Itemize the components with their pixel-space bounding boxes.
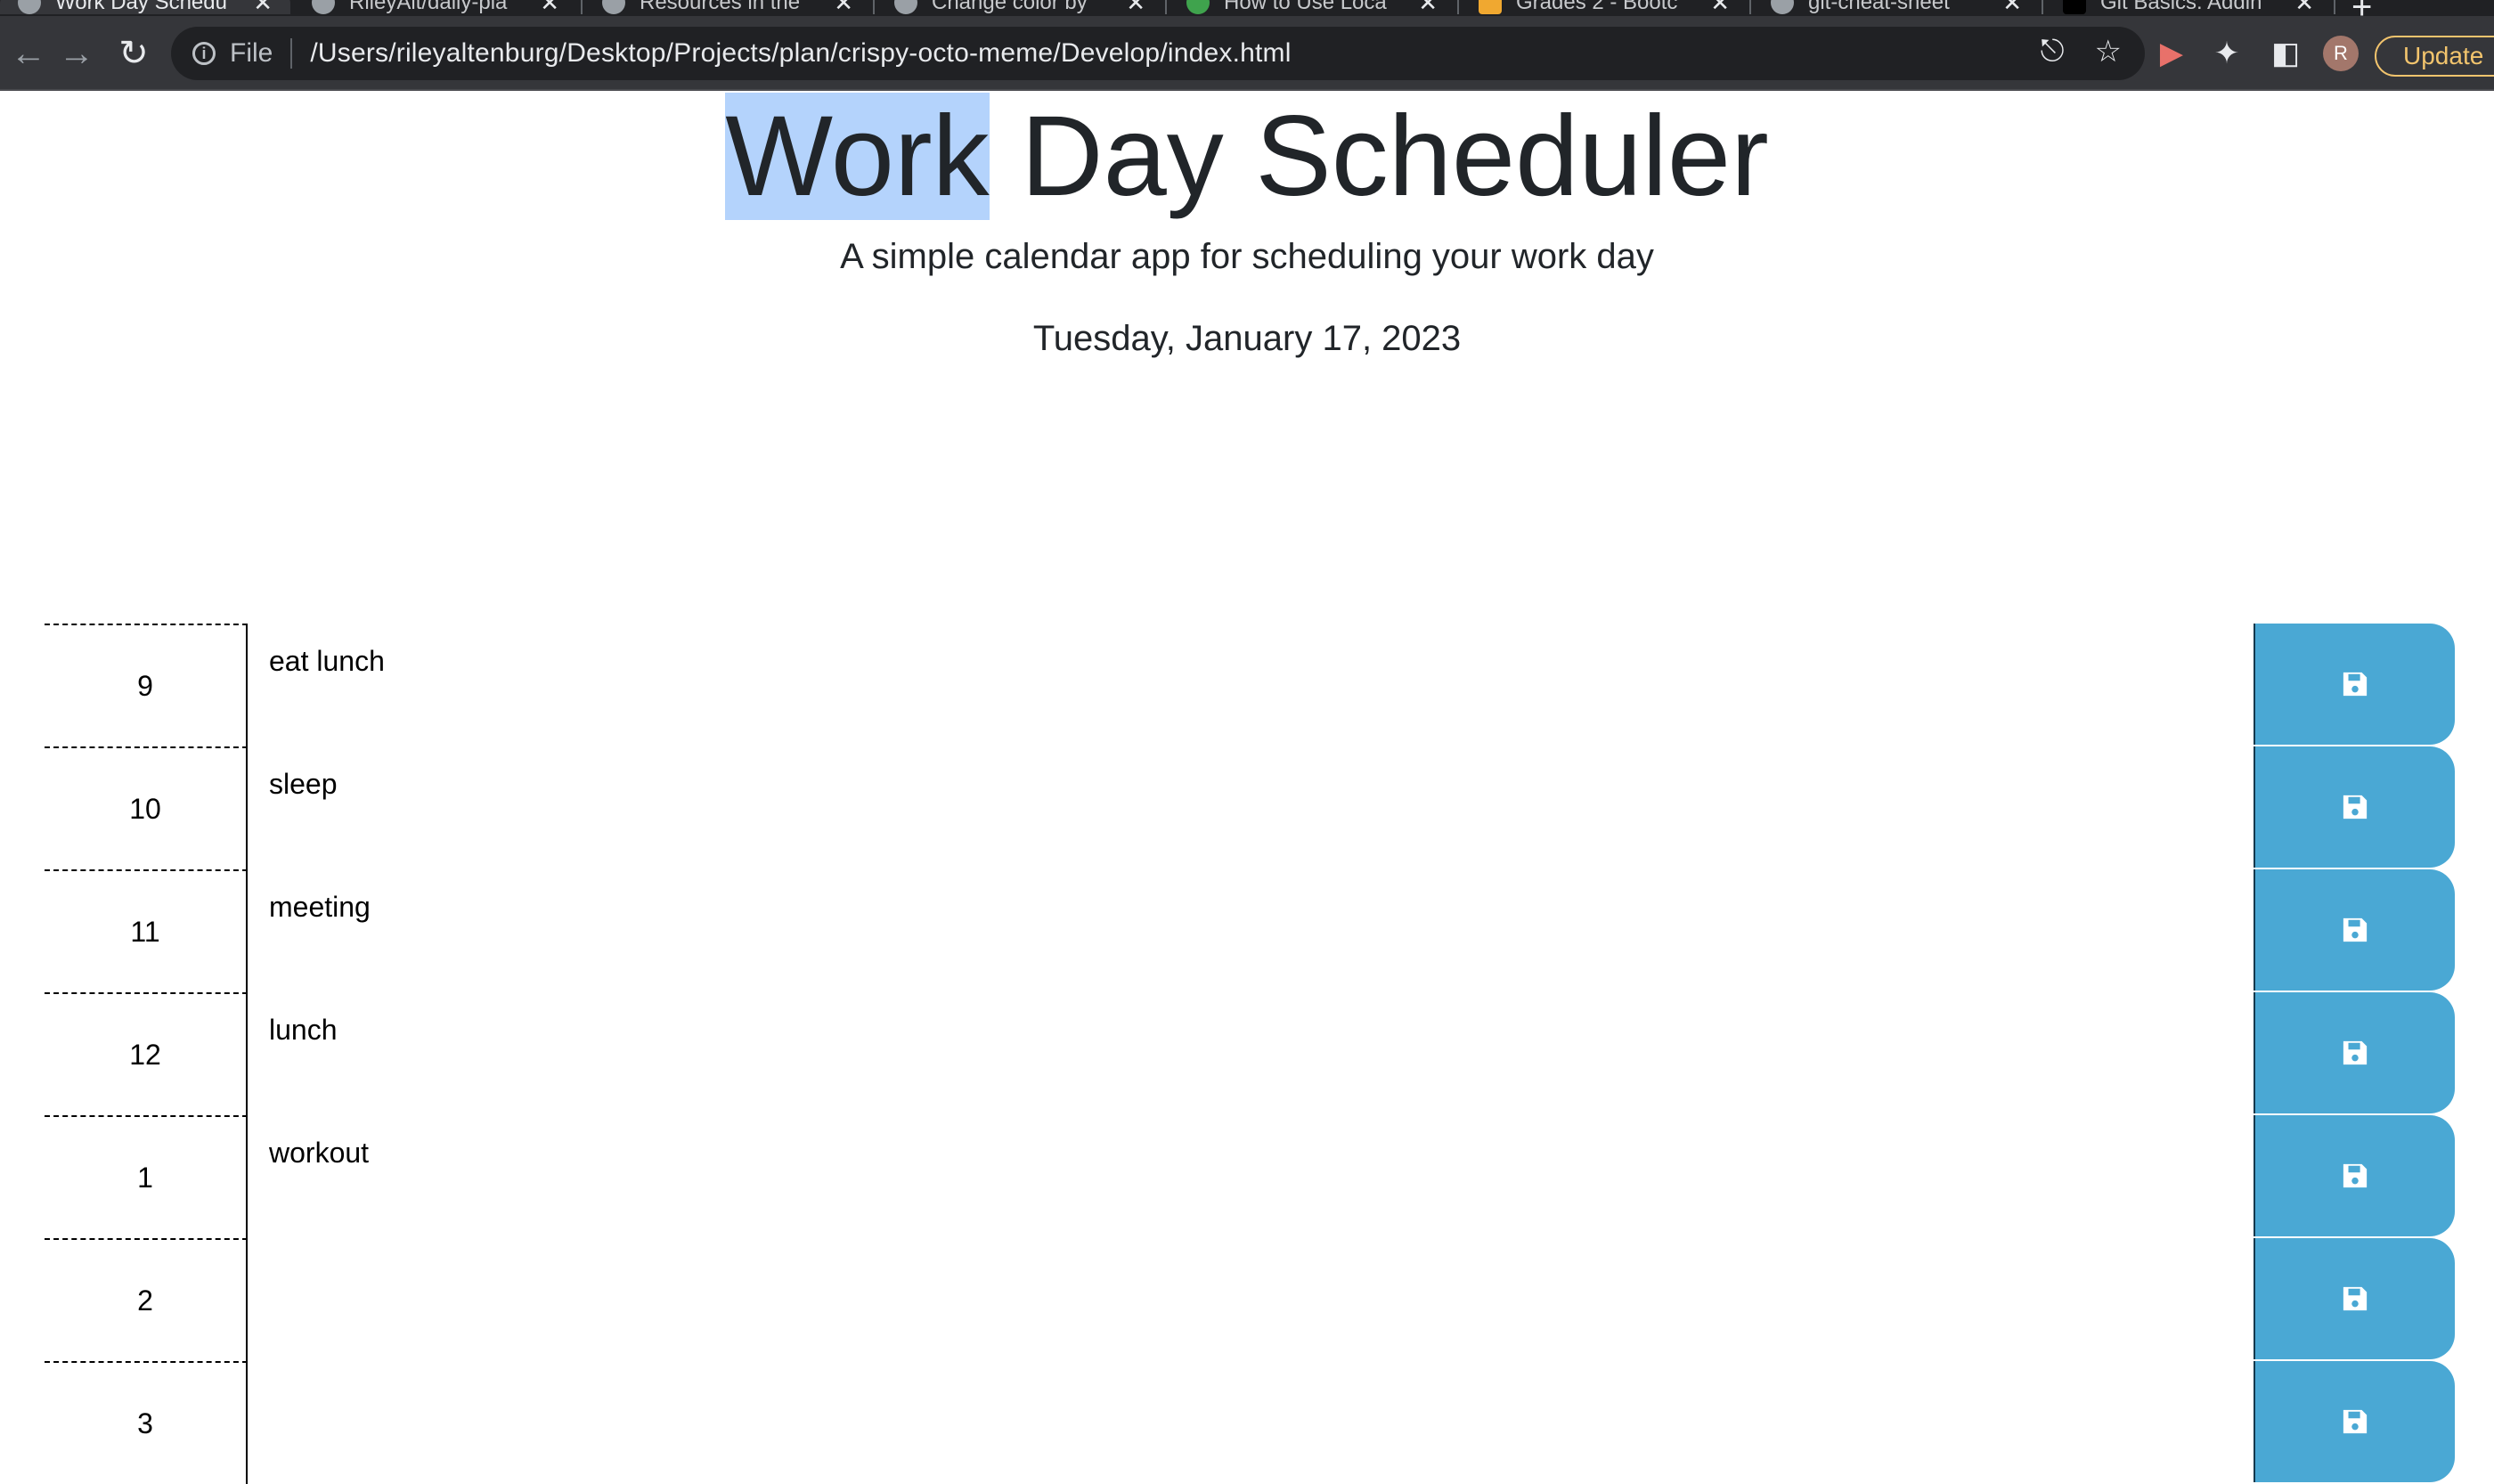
github-icon <box>1771 0 1794 14</box>
current-day: Tuesday, January 17, 2023 <box>1032 319 1462 358</box>
hour-label: 10 <box>45 746 248 869</box>
tab-divider <box>1165 0 1167 14</box>
save-icon <box>2343 917 2368 942</box>
tab-divider <box>2334 0 2335 14</box>
bootcamp-icon <box>1479 0 1502 14</box>
site-icon <box>2063 0 2086 14</box>
close-tab-icon[interactable]: ✕ <box>834 0 853 14</box>
hour-label: 11 <box>45 869 248 992</box>
save-button[interactable] <box>2254 1238 2455 1359</box>
save-icon <box>2343 1163 2368 1188</box>
tab-title: How to Use Loca <box>1224 0 1387 14</box>
description-input[interactable]: workout <box>248 1115 2254 1238</box>
save-button[interactable] <box>2254 1115 2455 1236</box>
timeblock-row: 2 <box>0 1238 2494 1361</box>
description-input[interactable]: eat lunch <box>248 624 2254 746</box>
hour-label: 2 <box>45 1238 248 1361</box>
timeblock-row: 11 meeting <box>0 869 2494 992</box>
tab-how-to-use-local[interactable]: How to Use Loca ✕ <box>1169 0 1455 14</box>
hour-label: 3 <box>45 1361 248 1484</box>
selected-title-text: Work <box>725 93 990 220</box>
avatar[interactable]: R <box>2323 36 2359 71</box>
tab-title: Resources in the <box>640 0 801 14</box>
hour-label: 12 <box>45 992 248 1115</box>
tab-git-cheat-sheet[interactable]: git-cheat-sheet ✕ <box>1753 0 2040 14</box>
description-input[interactable] <box>248 1238 2254 1361</box>
save-button[interactable] <box>2254 992 2455 1113</box>
tab-title: git-cheat-sheet <box>1808 0 1950 14</box>
description-input[interactable]: meeting <box>248 869 2254 992</box>
tab-title: Work Day Schedu <box>55 0 227 14</box>
save-icon <box>2343 1286 2368 1311</box>
url-scheme: File <box>230 38 273 68</box>
timeblock-row: 3 <box>0 1361 2494 1484</box>
globe-icon <box>18 0 41 14</box>
bookmark-star-icon[interactable]: ☆ <box>2095 34 2122 69</box>
close-tab-icon[interactable]: ✕ <box>2294 0 2314 14</box>
tab-github-daily-planner[interactable]: RileyAlt/daily-pla ✕ <box>294 0 577 14</box>
puzzle-extensions-icon[interactable]: ✦ <box>2204 30 2250 77</box>
tab-divider <box>581 0 583 14</box>
save-button[interactable] <box>2254 869 2455 991</box>
description-input[interactable]: sleep <box>248 746 2254 869</box>
save-button[interactable] <box>2254 746 2455 868</box>
hour-label: 1 <box>45 1115 248 1238</box>
tab-divider <box>2042 0 2043 14</box>
address-divider <box>290 38 293 69</box>
reload-icon[interactable]: ↻ <box>105 25 162 82</box>
document-icon <box>1186 0 1210 14</box>
title-text: Day Scheduler <box>989 93 1769 220</box>
tab-change-color[interactable]: Change color by ✕ <box>876 0 1163 14</box>
timeblock-row: 12 lunch <box>0 992 2494 1115</box>
extension-record-icon[interactable]: ▶ <box>2148 30 2195 77</box>
tab-strip: Work Day Schedu ✕ RileyAlt/daily-pla ✕ R… <box>0 0 2494 16</box>
close-tab-icon[interactable]: ✕ <box>1126 0 1145 14</box>
page-lead: A simple calendar app for scheduling you… <box>840 237 1654 276</box>
save-button[interactable] <box>2254 1361 2455 1482</box>
close-tab-icon[interactable]: ✕ <box>1418 0 1438 14</box>
close-tab-icon[interactable]: ✕ <box>2002 0 2022 14</box>
tab-divider <box>1749 0 1751 14</box>
address-bar[interactable]: i File /Users/rileyaltenburg/Desktop/Pro… <box>171 27 2145 80</box>
tab-title: RileyAlt/daily-pla <box>349 0 508 14</box>
github-icon <box>602 0 625 14</box>
tab-title: Change color by <box>932 0 1088 14</box>
description-input[interactable]: lunch <box>248 992 2254 1115</box>
close-tab-icon[interactable]: ✕ <box>253 0 273 14</box>
new-tab-icon[interactable]: + <box>2351 0 2372 16</box>
github-icon <box>894 0 917 14</box>
save-icon <box>2343 672 2368 697</box>
forward-arrow-icon[interactable]: → <box>48 25 105 82</box>
hour-label: 9 <box>45 624 248 746</box>
tab-work-day-scheduler[interactable]: Work Day Schedu ✕ <box>0 0 290 14</box>
save-button[interactable] <box>2254 624 2455 745</box>
tab-git-basics[interactable]: Git Basics: Addin ✕ <box>2045 0 2332 14</box>
browser-toolbar: ← → ↻ i File /Users/rileyaltenburg/Deskt… <box>0 16 2494 91</box>
page-title: Work Day Scheduler <box>0 86 2494 228</box>
tab-grades[interactable]: Grades 2 - Bootc ✕ <box>1461 0 1748 14</box>
url-text[interactable]: /Users/rileyaltenburg/Desktop/Projects/p… <box>310 38 1291 69</box>
close-tab-icon[interactable]: ✕ <box>540 0 559 14</box>
tab-title: Git Basics: Addin <box>2100 0 2262 14</box>
save-icon <box>2343 795 2368 819</box>
timeblock-list: 9 eat lunch 10 sleep 11 meeting 12 lunch… <box>0 624 2494 1484</box>
tab-divider <box>1457 0 1459 14</box>
save-icon <box>2343 1409 2368 1434</box>
tab-title: Grades 2 - Bootc <box>1516 0 1678 14</box>
description-input[interactable] <box>248 1361 2254 1484</box>
tab-resources[interactable]: Resources in the ✕ <box>584 0 871 14</box>
timeblock-row: 9 eat lunch <box>0 624 2494 746</box>
side-panel-icon[interactable]: ◧ <box>2262 30 2309 77</box>
github-icon <box>312 0 335 14</box>
save-icon <box>2343 1040 2368 1065</box>
update-button[interactable]: Update <box>2375 36 2494 77</box>
timeblock-row: 1 workout <box>0 1115 2494 1238</box>
tab-divider <box>873 0 875 14</box>
timeblock-row: 10 sleep <box>0 746 2494 869</box>
info-icon[interactable]: i <box>192 42 216 65</box>
close-tab-icon[interactable]: ✕ <box>1710 0 1730 14</box>
share-icon[interactable]: ⎋ <box>2041 34 2065 69</box>
